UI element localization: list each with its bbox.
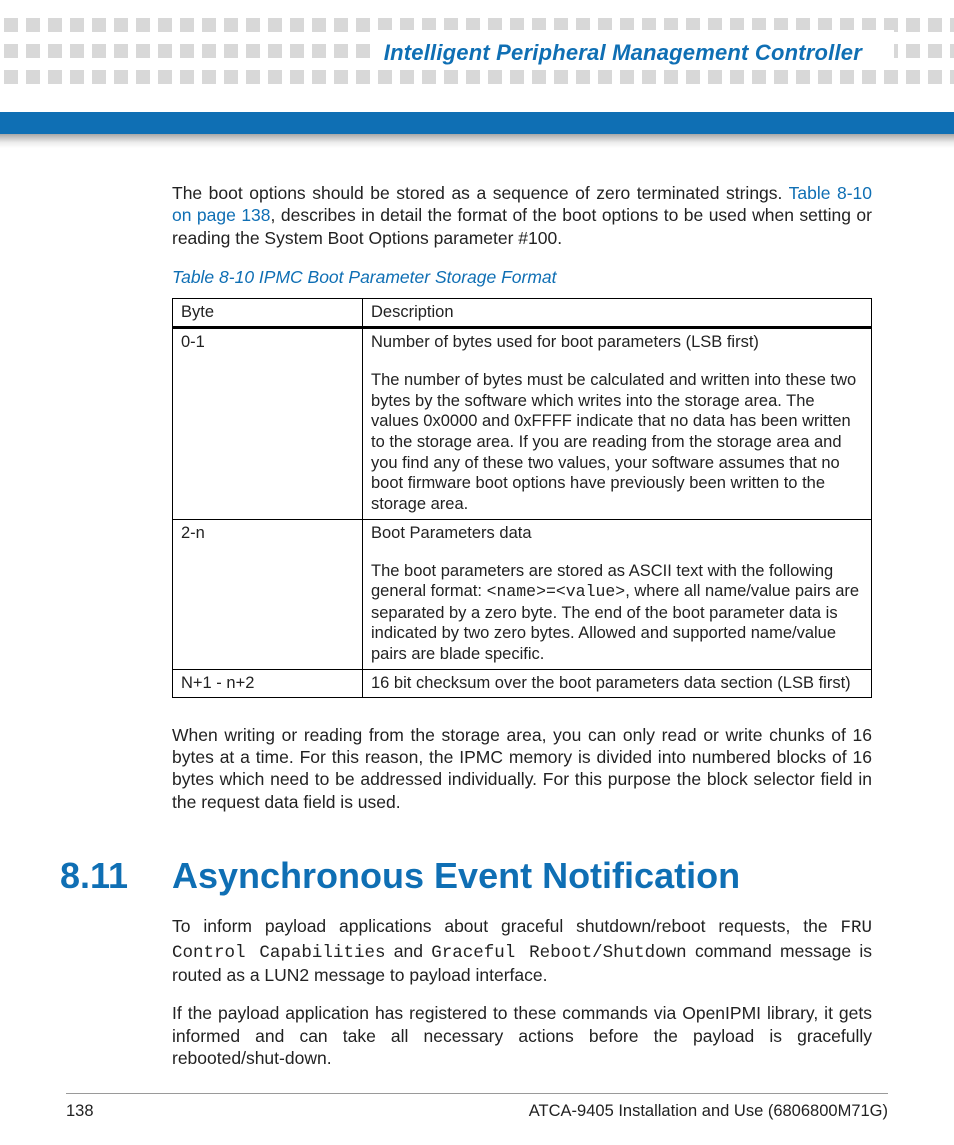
sect-p1-a: To inform payload applications about gra… [172,916,840,936]
section-paragraph-2: If the payload application has registere… [172,1002,872,1069]
section-title: Asynchronous Event Notification [172,855,740,897]
cell-byte: 0-1 [173,328,363,519]
doc-id: ATCA-9405 Installation and Use (6806800M… [529,1102,888,1121]
after-table-paragraph: When writing or reading from the storage… [172,724,872,814]
intro-text-b: , describes in detail the format of the … [172,205,872,247]
cell-body: The number of bytes must be calculated a… [371,370,863,514]
cell-body-mono: <name>=<value> [487,582,626,601]
table-caption: Table 8-10 IPMC Boot Parameter Storage F… [172,267,872,288]
cell-byte: 2-n [173,519,363,669]
page-header-title: Intelligent Peripheral Management Contro… [376,38,870,68]
intro-text-a: The boot options should be stored as a s… [172,183,789,203]
sect-p1-mono2: Graceful Reboot/Shutdown [431,943,686,963]
table-header-row: Byte Description [173,299,872,328]
intro-paragraph: The boot options should be stored as a s… [172,182,872,249]
cell-body: The boot parameters are stored as ASCII … [371,561,863,665]
header-blue-bar [0,112,954,134]
section-number: 8.11 [60,855,172,897]
cell-desc: 16 bit checksum over the boot parameters… [363,669,872,697]
table-row: 2-n Boot Parameters data The boot parame… [173,519,872,669]
cell-lead: Number of bytes used for boot parameters… [371,333,863,352]
page-number: 138 [66,1102,94,1121]
cell-byte: N+1 - n+2 [173,669,363,697]
th-byte: Byte [173,299,363,328]
boot-param-table: Byte Description 0-1 Number of bytes use… [172,298,872,698]
page-footer: 138 ATCA-9405 Installation and Use (6806… [66,1093,888,1121]
table-row: N+1 - n+2 16 bit checksum over the boot … [173,669,872,697]
table-row: 0-1 Number of bytes used for boot parame… [173,328,872,519]
header-shadow [0,134,954,148]
cell-desc: Number of bytes used for boot parameters… [363,328,872,519]
section-paragraph-1: To inform payload applications about gra… [172,915,872,986]
th-description: Description [363,299,872,328]
sect-p1-mid: and [385,941,431,961]
cell-lead: Boot Parameters data [371,524,863,543]
cell-desc: Boot Parameters data The boot parameters… [363,519,872,669]
